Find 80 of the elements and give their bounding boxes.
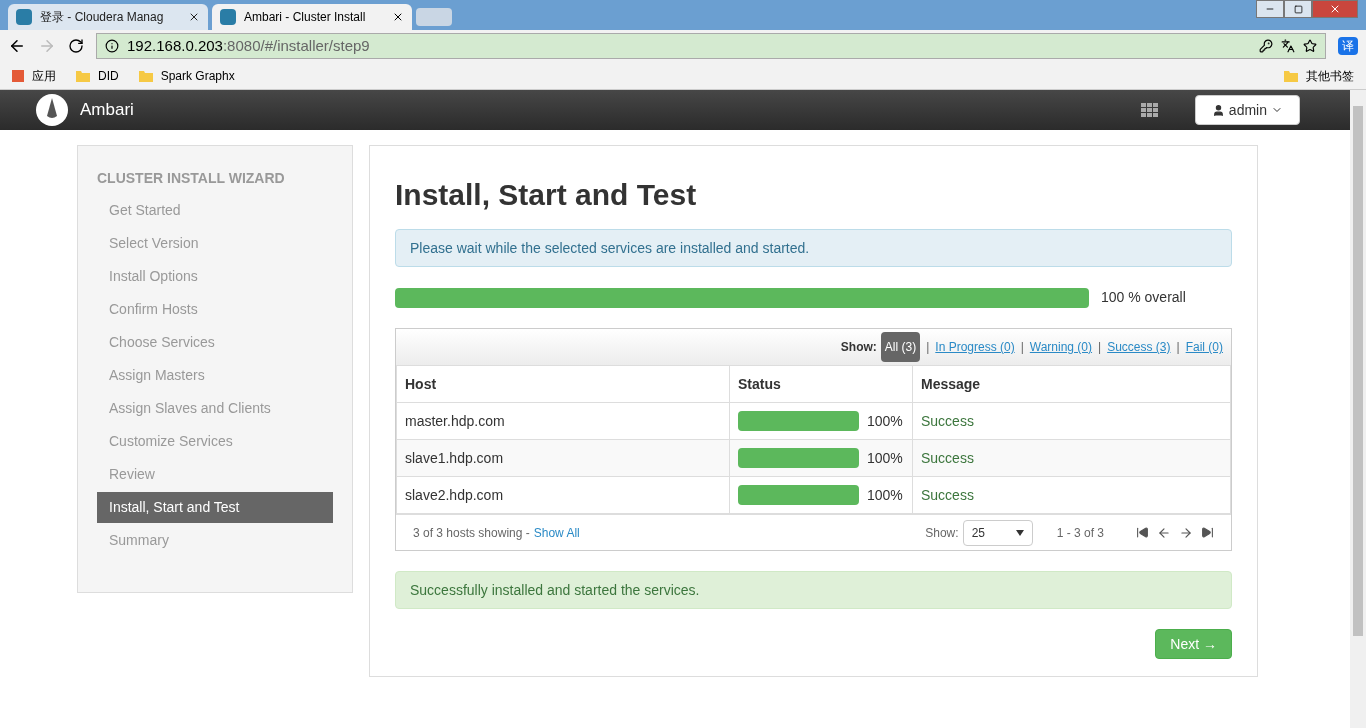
- host-cell: slave2.hdp.com: [396, 476, 730, 514]
- hosts-count-text: 3 of 3 hosts showing -: [413, 524, 530, 542]
- folder-icon: [76, 69, 90, 82]
- filter-link[interactable]: In Progress (0): [935, 338, 1015, 356]
- separator: |: [1097, 339, 1103, 356]
- overall-progress-text: 100 % overall: [1101, 288, 1186, 307]
- folder-icon: [138, 69, 153, 82]
- column-header: Message: [912, 365, 1231, 403]
- translate-button[interactable]: 译: [1338, 37, 1358, 55]
- success-alert: Successfully installed and started the services.: [395, 571, 1232, 609]
- filter-link[interactable]: Warning (0): [1029, 338, 1093, 356]
- host-cell: master.hdp.com: [396, 402, 730, 440]
- percent-text: 100%: [867, 411, 903, 431]
- key-icon[interactable]: [1259, 39, 1273, 53]
- wizard-step[interactable]: Review: [97, 459, 333, 490]
- message-cell: Success: [912, 439, 1231, 477]
- other-bookmarks[interactable]: 其他书签: [1284, 66, 1354, 85]
- percent-text: 100%: [867, 485, 903, 505]
- wizard-step[interactable]: Choose Services: [97, 327, 333, 358]
- browser-tab[interactable]: Ambari - Cluster Install: [212, 4, 412, 30]
- wizard-step[interactable]: Install, Start and Test: [97, 492, 333, 523]
- message-cell: Success: [912, 402, 1231, 440]
- bookmark-item[interactable]: 应用: [12, 66, 56, 85]
- close-icon: [1329, 3, 1341, 15]
- column-header: Host: [396, 365, 730, 403]
- browser-tab[interactable]: 登录 - Cloudera Manag: [8, 4, 208, 30]
- separator: |: [1019, 339, 1025, 356]
- bookmark-item[interactable]: DID: [76, 66, 119, 85]
- dropdown-caret-icon: [1015, 529, 1024, 536]
- previous-page-icon[interactable]: [1157, 525, 1171, 540]
- back-icon[interactable]: [8, 37, 26, 55]
- grid-icon[interactable]: [1140, 103, 1159, 117]
- host-cell: slave1.hdp.com: [396, 439, 730, 477]
- wizard-step[interactable]: Customize Services: [97, 426, 333, 457]
- page-range-text: 1 - 3 of 3: [1056, 524, 1104, 542]
- logo-icon: [36, 94, 68, 126]
- maximize-icon: [1293, 4, 1303, 14]
- wizard-step[interactable]: Summary: [97, 525, 333, 556]
- filter-label: Show:: [840, 339, 877, 356]
- close-icon[interactable]: [188, 11, 200, 23]
- maximize-button[interactable]: [1284, 0, 1312, 18]
- page-size-select[interactable]: 25: [962, 519, 1033, 546]
- first-page-icon[interactable]: [1136, 525, 1149, 539]
- wizard-step[interactable]: Assign Masters: [97, 360, 333, 391]
- translate-icon[interactable]: [1281, 39, 1295, 53]
- user-icon: [1211, 103, 1225, 117]
- minimize-button[interactable]: [1256, 0, 1284, 18]
- wizard-step[interactable]: Assign Slaves and Clients: [97, 393, 333, 424]
- wizard-step[interactable]: Install Options: [97, 261, 333, 292]
- user-menu-button[interactable]: admin: [1194, 95, 1300, 125]
- message-cell: Success: [912, 476, 1231, 514]
- separator: |: [925, 339, 931, 356]
- next-button[interactable]: Next →: [1155, 629, 1232, 659]
- percent-text: 100%: [867, 448, 903, 468]
- address-bar[interactable]: 192.168.0.203:8080/#/installer/step9: [96, 33, 1326, 59]
- tab-favicon-icon: [16, 9, 32, 25]
- brand-name[interactable]: Ambari: [80, 97, 134, 123]
- folder-icon: [1284, 69, 1298, 82]
- tab-favicon-icon: [220, 9, 236, 25]
- show-all-link[interactable]: Show All: [533, 523, 580, 542]
- sidebar-title: CLUSTER INSTALL WIZARD: [97, 169, 286, 188]
- column-header: Status: [729, 365, 913, 403]
- reload-icon[interactable]: [68, 38, 84, 54]
- page-title: Install, Start and Test: [395, 177, 698, 213]
- filter-link[interactable]: Fail (0): [1185, 338, 1223, 356]
- wizard-step[interactable]: Get Started: [97, 195, 333, 226]
- next-page-icon[interactable]: [1179, 525, 1193, 540]
- info-alert: Please wait while the selected services are installed and started.: [395, 229, 1232, 267]
- separator: |: [1175, 339, 1181, 356]
- wizard-step[interactable]: Confirm Hosts: [97, 294, 333, 325]
- url-text: 192.168.0.203:8080/#/installer/step9: [127, 35, 371, 56]
- bookmark-item[interactable]: Spark Graphx: [138, 66, 235, 85]
- page-size-label: Show:: [925, 524, 959, 542]
- wizard-step[interactable]: Select Version: [97, 228, 333, 259]
- star-icon[interactable]: [1303, 39, 1317, 53]
- last-page-icon[interactable]: [1201, 525, 1214, 539]
- filter-link[interactable]: All (3): [880, 332, 921, 362]
- info-icon: [105, 39, 119, 53]
- filter-link[interactable]: Success (3): [1107, 338, 1171, 356]
- close-icon[interactable]: [392, 11, 404, 23]
